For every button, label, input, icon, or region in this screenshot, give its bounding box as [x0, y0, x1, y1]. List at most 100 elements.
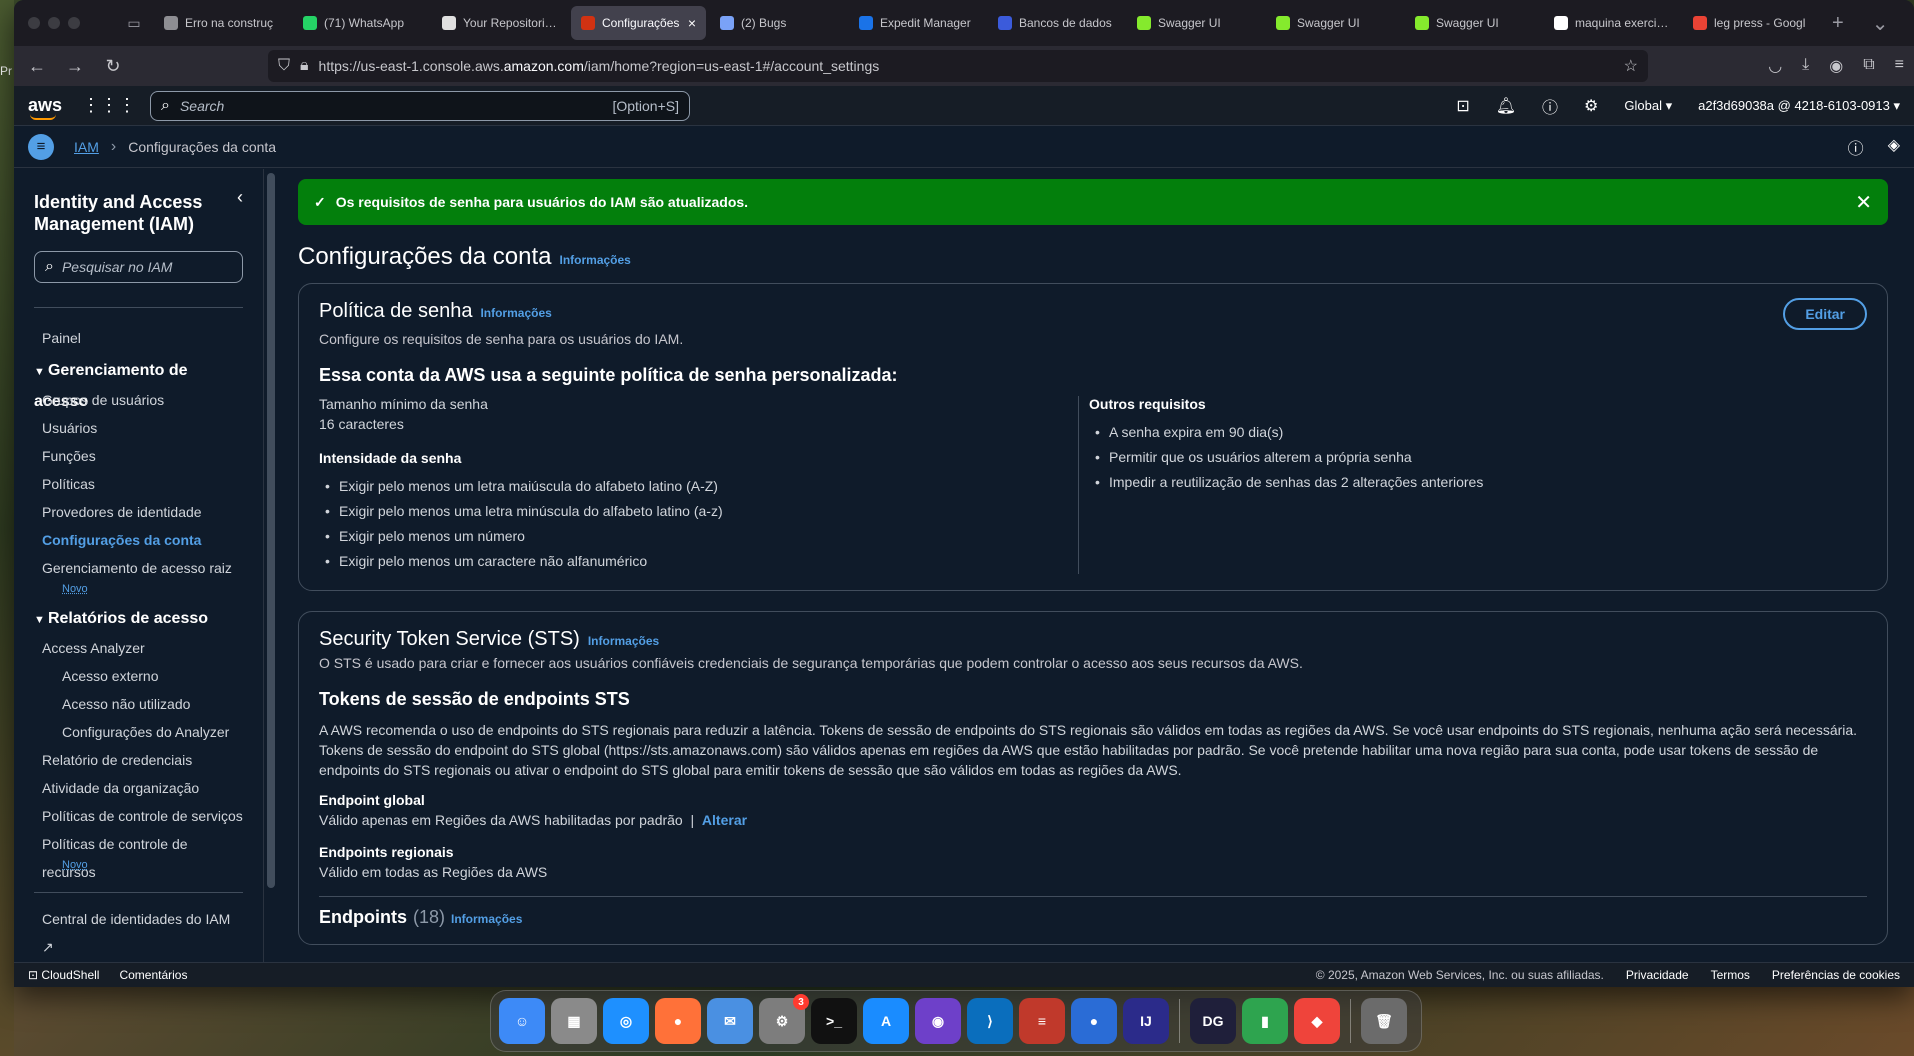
browser-tab[interactable]: Bancos de dados: [988, 6, 1123, 40]
dock-launchpad-icon[interactable]: ▦: [551, 998, 597, 1044]
close-icon[interactable]: ✕: [1855, 190, 1872, 215]
cloudshell-link[interactable]: ⊡ CloudShell: [28, 968, 99, 982]
feedback-link[interactable]: Comentários: [119, 968, 187, 982]
reload-button[interactable]: ↻: [100, 56, 126, 77]
extensions-icon[interactable]: ⧉: [1863, 56, 1874, 76]
sidebar-item-identity-center[interactable]: Central de identidades do IAM ↗: [34, 905, 243, 955]
shield-icon[interactable]: ⛉: [278, 57, 290, 75]
dock-firefox-icon[interactable]: ●: [655, 998, 701, 1044]
notifications-bell-icon[interactable]: 🔔︎: [1496, 96, 1516, 116]
sts-info-link[interactable]: Informações: [588, 634, 659, 648]
sidebar-scrollbar[interactable]: [264, 169, 278, 962]
account-icon[interactable]: ◉: [1829, 56, 1843, 76]
menu-icon[interactable]: ≡: [1895, 56, 1904, 76]
close-tab-icon[interactable]: ×: [688, 15, 696, 31]
dock-github-desktop-icon[interactable]: ◉: [915, 998, 961, 1044]
aws-search-input[interactable]: [179, 97, 603, 114]
address-bar[interactable]: ⛉ 🔒︎ https://us-east-1.console.aws.amazo…: [268, 50, 1648, 82]
dock-finder-icon[interactable]: ☺: [499, 998, 545, 1044]
nav-menu-toggle-icon[interactable]: ≡: [28, 133, 54, 160]
dock-terminal-icon[interactable]: >_: [811, 998, 857, 1044]
region-selector[interactable]: Global: [1624, 98, 1672, 114]
lock-icon[interactable]: 🔒︎: [300, 57, 309, 75]
dock-vscode-icon[interactable]: ⟩: [967, 998, 1013, 1044]
sidebar-item[interactable]: Gerenciamento de acesso raiz: [34, 554, 243, 582]
password-policy-info-link[interactable]: Informações: [480, 306, 551, 320]
dock-safari-icon[interactable]: ◎: [603, 998, 649, 1044]
dock-firefox-dev-icon[interactable]: ●: [1071, 998, 1117, 1044]
tab-list-dropdown-icon[interactable]: ⌄: [1858, 11, 1903, 36]
sidebar-search[interactable]: ⌕: [34, 251, 243, 283]
sidebar-subitem[interactable]: Configurações do Analyzer: [34, 718, 243, 746]
sidebar-subitem[interactable]: Acesso não utilizado: [34, 690, 243, 718]
browser-tab[interactable]: Swagger UI: [1405, 6, 1540, 40]
info-panel-icon[interactable]: ⓘ: [1848, 135, 1864, 159]
aws-logo[interactable]: aws: [28, 95, 68, 120]
tab-overview-icon[interactable]: ▭: [114, 15, 154, 32]
cloudshell-icon[interactable]: ⊡: [1456, 96, 1469, 116]
dock-datagrip-icon[interactable]: DG: [1190, 998, 1236, 1044]
dock-redis-icon[interactable]: ≡: [1019, 998, 1065, 1044]
sidebar-item[interactable]: Relatório de credenciais: [34, 746, 243, 774]
bookmark-star-icon[interactable]: ☆: [1624, 56, 1638, 76]
pocket-icon[interactable]: ◡: [1768, 56, 1782, 76]
privacy-link[interactable]: Privacidade: [1626, 968, 1689, 982]
dock-mail-icon[interactable]: ✉: [707, 998, 753, 1044]
sidebar-title[interactable]: Identity and Access Management (IAM): [34, 191, 214, 235]
dock-system-settings-icon[interactable]: ⚙ 3: [759, 994, 809, 1044]
browser-tab[interactable]: Swagger UI: [1266, 6, 1401, 40]
back-button[interactable]: ←: [24, 56, 50, 77]
sidebar-item-panel[interactable]: Painel: [34, 324, 243, 352]
sidebar-item[interactable]: Grupos de usuários: [34, 386, 243, 414]
sidebar-subitem[interactable]: Acesso externo: [34, 662, 243, 690]
dock-app-store-icon[interactable]: A: [863, 998, 909, 1044]
breadcrumb-iam-link[interactable]: IAM: [74, 139, 99, 155]
sidebar-item[interactable]: Provedores de identidade: [34, 498, 243, 526]
terms-link[interactable]: Termos: [1711, 968, 1750, 982]
sidebar-item[interactable]: Configurações da conta: [34, 526, 243, 554]
account-menu[interactable]: a2f3d69038a @ 4218-6103-0913: [1698, 98, 1900, 114]
help-icon[interactable]: ⓘ: [1542, 94, 1558, 118]
aws-search-box[interactable]: ⌕ [Option+S]: [150, 90, 690, 121]
browser-tab[interactable]: Your Repositories: [432, 6, 567, 40]
change-endpoint-link[interactable]: Alterar: [702, 812, 747, 828]
settings-gear-icon[interactable]: ⚙: [1584, 96, 1598, 116]
close-window-button[interactable]: [28, 17, 40, 29]
edit-button[interactable]: Editar: [1783, 298, 1867, 330]
browser-tab[interactable]: Configurações ×: [571, 6, 706, 40]
services-grid-icon[interactable]: ⋮⋮⋮: [82, 95, 136, 116]
forward-button[interactable]: →: [62, 56, 88, 77]
browser-tab[interactable]: Erro na construç: [154, 6, 289, 40]
sidebar-item[interactable]: Funções: [34, 442, 243, 470]
endpoints-info-link[interactable]: Informações: [451, 912, 522, 926]
cookie-preferences-link[interactable]: Preferências de cookies: [1772, 968, 1900, 982]
browser-tab[interactable]: maquina exercicio: [1544, 6, 1679, 40]
sidebar-item[interactable]: Políticas de controle de recursos: [34, 830, 243, 880]
tools-panel-icon[interactable]: ◈: [1888, 135, 1900, 159]
minimize-window-button[interactable]: [48, 17, 60, 29]
maximize-window-button[interactable]: [68, 17, 80, 29]
browser-tab[interactable]: Swagger UI: [1127, 6, 1262, 40]
browser-tab[interactable]: (2) Bugs: [710, 6, 845, 40]
url-text[interactable]: https://us-east-1.console.aws.amazon.com…: [319, 58, 1614, 74]
dock-intellij-icon[interactable]: IJ: [1123, 998, 1169, 1044]
sidebar-section-access-reports[interactable]: Relatórios de acesso: [34, 604, 243, 634]
dock-trash-icon[interactable]: 🗑: [1361, 998, 1407, 1044]
sidebar-item[interactable]: Políticas: [34, 470, 243, 498]
sidebar-item[interactable]: Usuários: [34, 414, 243, 442]
collapse-sidebar-icon[interactable]: ‹: [237, 187, 243, 208]
page-info-link[interactable]: Informações: [560, 253, 631, 267]
sidebar-search-input[interactable]: [61, 259, 232, 275]
dock-numbers-icon[interactable]: ▮: [1242, 998, 1288, 1044]
scrollbar-thumb[interactable]: [267, 173, 275, 888]
dock-anydesk-icon[interactable]: ◆: [1294, 998, 1340, 1044]
sidebar-item[interactable]: Atividade da organização: [34, 774, 243, 802]
browser-tab[interactable]: (71) WhatsApp: [293, 6, 428, 40]
browser-tab[interactable]: leg press - Googl: [1683, 6, 1818, 40]
new-tab-button[interactable]: +: [1818, 12, 1858, 35]
browser-tab[interactable]: Expedit Manager: [849, 6, 984, 40]
sidebar-item-access-analyzer[interactable]: Access Analyzer: [34, 634, 243, 662]
sidebar-section-access-management[interactable]: Gerenciamento de acesso: [34, 356, 243, 410]
sidebar-item[interactable]: Políticas de controle de serviços: [34, 802, 243, 830]
downloads-icon[interactable]: ⤓: [1802, 56, 1809, 76]
